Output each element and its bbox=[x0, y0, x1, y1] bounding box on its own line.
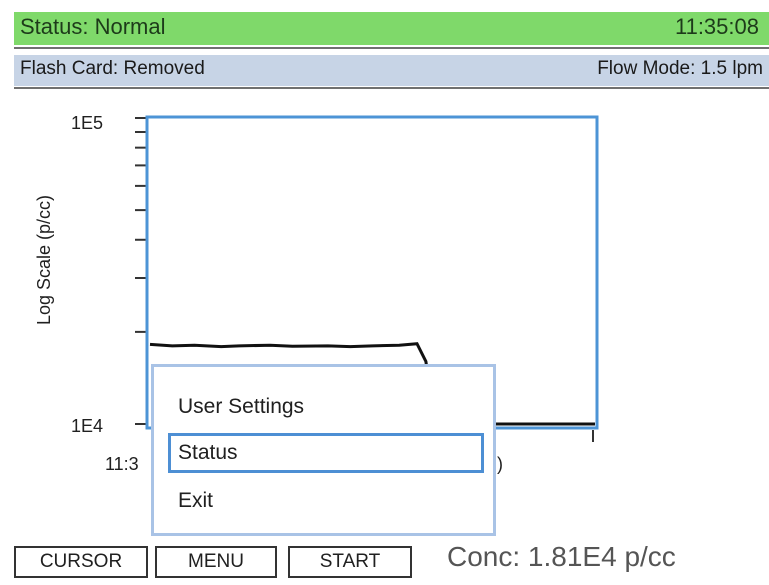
menu-item-exit[interactable]: Exit bbox=[168, 483, 484, 523]
y-tick-label-min: 1E4 bbox=[71, 416, 103, 436]
cursor-button[interactable]: CURSOR bbox=[14, 546, 148, 578]
y-axis-ticks bbox=[135, 117, 147, 425]
start-button[interactable]: START bbox=[288, 546, 412, 578]
menu-item-status[interactable]: Status bbox=[168, 433, 484, 473]
x-tick-label-start: 11:3 bbox=[105, 454, 139, 474]
y-tick-label-max: 1E5 bbox=[71, 113, 103, 133]
popup-menu: User Settings Status Exit bbox=[151, 364, 496, 536]
x-tick-label-end: ) bbox=[497, 454, 503, 474]
menu-item-user-settings[interactable]: User Settings bbox=[168, 389, 484, 429]
y-axis-label: Log Scale (p/cc) bbox=[34, 195, 54, 325]
concentration-readout: Conc: 1.81E4 p/cc bbox=[447, 541, 676, 572]
menu-button[interactable]: MENU bbox=[155, 546, 277, 578]
